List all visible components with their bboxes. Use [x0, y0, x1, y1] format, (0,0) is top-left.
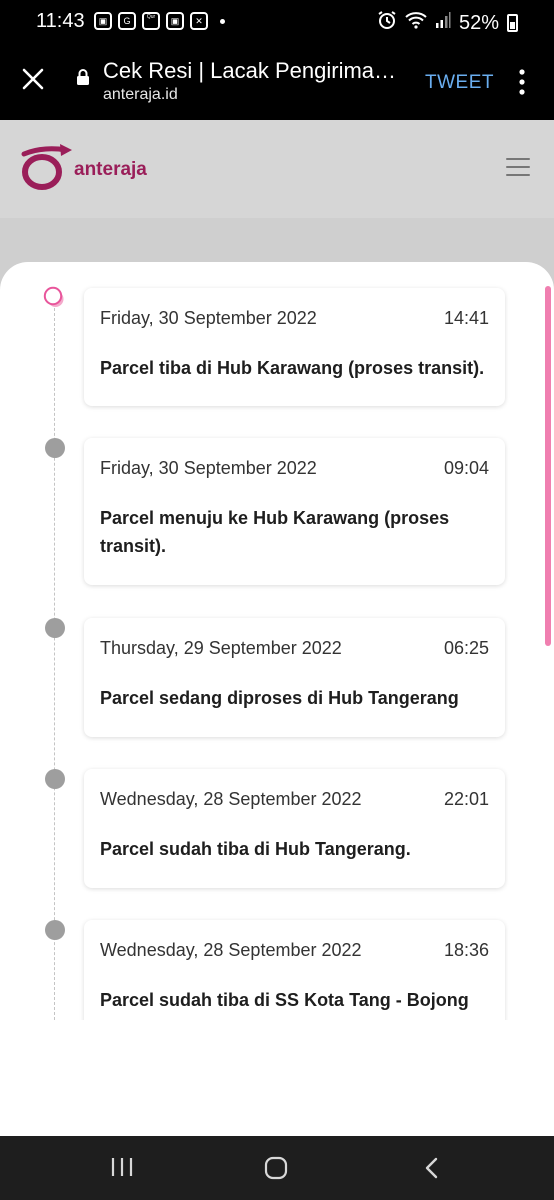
hamburger-menu-icon[interactable] — [506, 158, 530, 178]
notification-app-icon: ▣ — [94, 12, 112, 30]
tracking-item: Wednesday, 28 September 2022 18:36 Parce… — [84, 920, 505, 1020]
scrollbar-thumb[interactable] — [545, 286, 551, 646]
alarm-icon — [377, 10, 397, 36]
tracking-time: 14:41 — [443, 308, 489, 328]
g-app-icon: G — [118, 12, 136, 30]
tracking-date: Thursday, 29 September 2022 — [100, 638, 342, 658]
more-notifications-dot — [220, 18, 225, 24]
tweet-button[interactable]: TWEET — [425, 72, 494, 94]
status-bar: 11:43 ▣ G Qur ▣ ✕ 52% — [0, 0, 554, 46]
browser-toolbar: Cek Resi | Lacak Pengiriman Paket – Ante… — [0, 46, 554, 120]
timeline-dot — [45, 920, 65, 940]
logo-text: anteraja — [74, 159, 147, 180]
tracking-item: Thursday, 29 September 2022 06:25 Parcel… — [84, 618, 505, 737]
recent-apps-icon[interactable] — [110, 1156, 134, 1178]
tracking-time: 06:25 — [443, 638, 489, 658]
more-options-icon[interactable] — [518, 68, 526, 96]
tracking-time: 09:04 — [443, 458, 489, 478]
system-icons: 52% — [377, 10, 518, 36]
timeline-dot-active — [43, 286, 64, 307]
tracking-item: Wednesday, 28 September 2022 22:01 Parce… — [84, 769, 505, 888]
quran-app-icon: Qur — [142, 12, 160, 30]
notification-icons: ▣ G Qur ▣ ✕ — [94, 12, 225, 30]
tracking-item: Friday, 30 September 2022 09:04 Parcel m… — [84, 438, 505, 585]
tracking-date: Friday, 30 September 2022 — [100, 458, 317, 478]
home-icon[interactable] — [264, 1156, 288, 1180]
logo-mark-icon — [21, 144, 72, 190]
lock-icon — [77, 69, 89, 85]
tracking-description: Parcel sudah tiba di SS Kota Tang - Bojo… — [100, 990, 469, 1020]
tracking-time: 18:36 — [443, 940, 489, 960]
page-domain[interactable]: anteraja.id — [103, 86, 178, 104]
notification-app-icon-2: ▣ — [166, 12, 184, 30]
tracking-description: Parcel sedang diproses di Hub Tangerang — [100, 688, 459, 708]
system-navigation-bar — [0, 1136, 554, 1200]
tracking-date: Wednesday, 28 September 2022 — [100, 940, 362, 960]
tracking-date: Friday, 30 September 2022 — [100, 308, 317, 328]
timeline-dot — [45, 438, 65, 458]
timeline-dot — [45, 769, 65, 789]
timeline-line — [54, 298, 55, 1020]
tracking-date: Wednesday, 28 September 2022 — [100, 789, 362, 809]
battery-icon — [507, 14, 518, 32]
status-time: 11:43 — [36, 10, 85, 32]
close-icon[interactable] — [20, 66, 46, 92]
page-title[interactable]: Cek Resi | Lacak Pengiriman Paket – Ante… — [103, 58, 408, 84]
wifi-icon — [405, 11, 427, 35]
anteraja-logo[interactable]: anteraja — [20, 142, 147, 194]
tracking-timeline[interactable]: Friday, 30 September 2022 14:41 Parcel t… — [0, 262, 554, 1020]
timeline-dot — [45, 618, 65, 638]
battery-percent: 52% — [458, 11, 499, 34]
signal-icon — [435, 11, 451, 35]
back-icon[interactable] — [420, 1156, 444, 1180]
tracking-description: Parcel sudah tiba di Hub Tangerang. — [100, 839, 411, 859]
tracking-description: Parcel tiba di Hub Karawang (proses tran… — [100, 358, 485, 378]
tracking-time: 22:01 — [443, 789, 489, 809]
tracking-item: Friday, 30 September 2022 14:41 Parcel t… — [84, 288, 505, 406]
tracking-description: Parcel menuju ke Hub Karawang (proses tr… — [100, 508, 450, 556]
capcut-app-icon: ✕ — [190, 12, 208, 30]
